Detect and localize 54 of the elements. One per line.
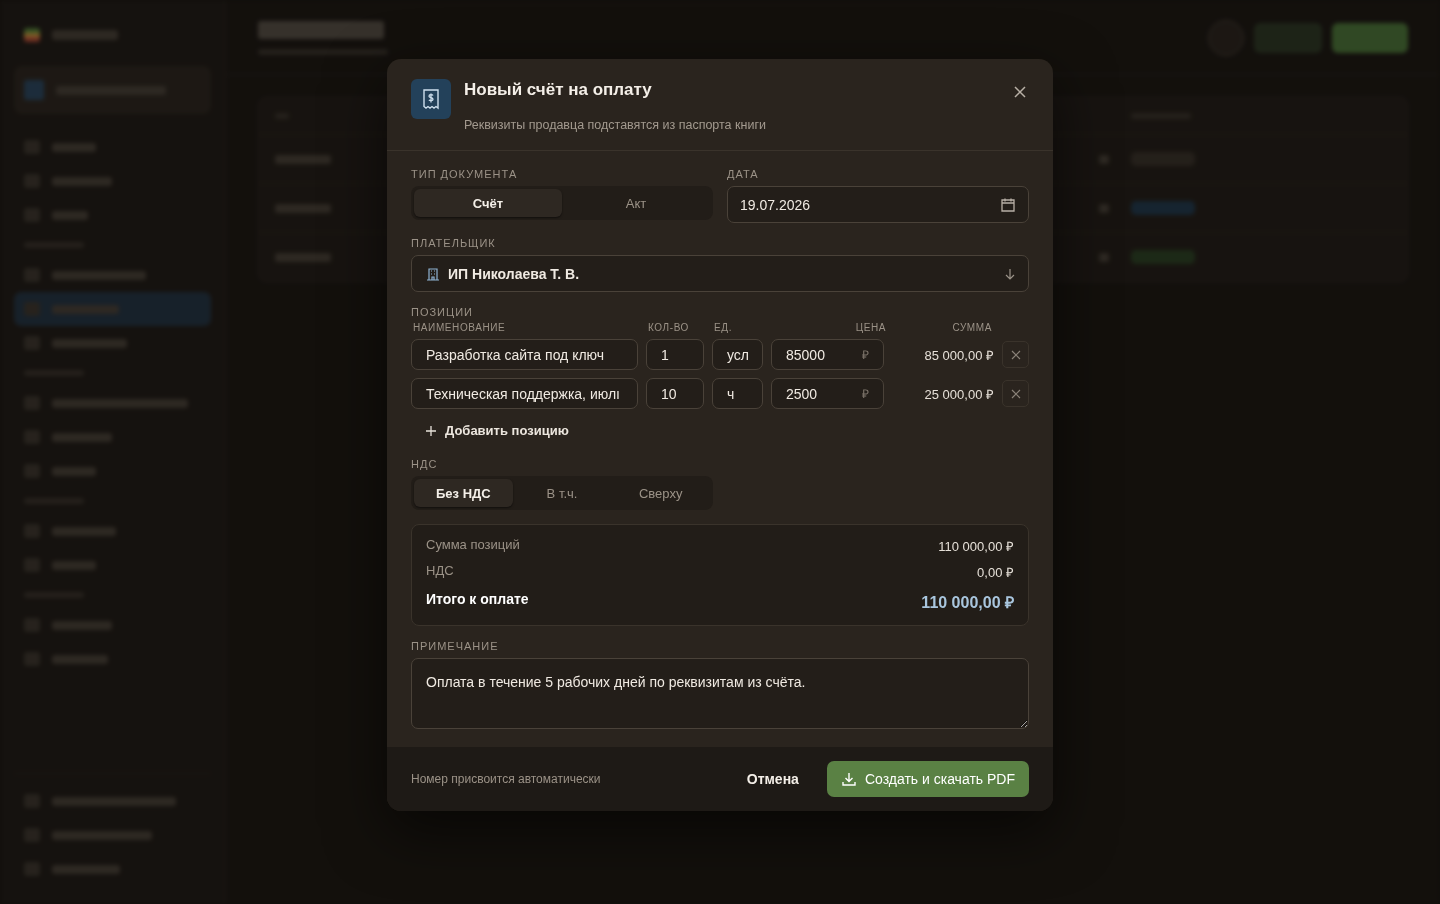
summary-label: НДС (426, 563, 454, 580)
payer-select[interactable]: ИП Николаева Т. В. (411, 255, 1029, 292)
add-position-button[interactable]: Добавить позицию (411, 417, 583, 444)
field-label: НДС (411, 458, 439, 470)
summary-value: 110 000,00 ₽ (938, 538, 1014, 555)
column-header: ЦЕНА (854, 322, 886, 333)
field-label: ПРИМЕЧАНИЕ (411, 640, 500, 652)
footer-hint: Номер присвоится автоматически (411, 772, 602, 786)
unit-field[interactable]: усл (712, 339, 763, 370)
unit-field[interactable]: ч (712, 378, 763, 409)
close-icon (1010, 349, 1021, 360)
quantity-field[interactable]: 1 (646, 339, 704, 370)
segment-tab[interactable]: Сверху (611, 479, 710, 507)
segment-tab[interactable]: Счёт (414, 189, 562, 217)
quantity-field[interactable]: 10 (646, 378, 704, 409)
arrow-down-icon (1004, 267, 1016, 280)
column-header: НАИМЕНОВАНИЕ (413, 322, 507, 333)
close-icon[interactable] (1013, 85, 1027, 99)
price-field[interactable]: 85000 ₽ (771, 339, 884, 370)
dialog-title: Новый счёт на оплату (464, 80, 653, 100)
remove-button[interactable] (1002, 380, 1029, 407)
building-icon (426, 266, 440, 281)
line-total: 25 000,00 ₽ (923, 385, 994, 403)
remove-button[interactable] (1002, 341, 1029, 368)
date-field[interactable]: 19.07.2026 (727, 186, 1029, 223)
cancel-button[interactable]: Отмена (740, 770, 805, 788)
close-icon (1010, 388, 1021, 399)
currency-sign: ₽ (862, 386, 869, 402)
field-label: ТИП ДОКУМЕНТА (411, 168, 519, 180)
summary-value: 110 000,00 ₽ (921, 593, 1014, 613)
currency-sign: ₽ (862, 347, 869, 363)
summary-label: Сумма позиций (426, 537, 520, 554)
line-total: 85 000,00 ₽ (923, 346, 994, 364)
field-label: ПЛАТЕЛЬЩИК (411, 237, 497, 249)
column-header: КОЛ-ВО (648, 322, 690, 333)
field-label: ДАТА (727, 168, 760, 180)
segment-tab[interactable]: В т.ч. (512, 479, 612, 507)
summary-label: Итого к оплате (426, 591, 529, 609)
column-header: ЕД. (714, 322, 734, 333)
plus-icon (425, 424, 437, 437)
segment-tab[interactable]: Акт (562, 189, 710, 217)
submit-button[interactable]: Создать и скачать PDF (826, 761, 1029, 797)
price-field[interactable]: 2500 ₽ (771, 378, 884, 409)
calendar-icon (1000, 196, 1016, 213)
note-field[interactable]: Оплата в течение 5 рабочих дней по реквизитам из счёта. (411, 658, 1029, 729)
column-header: СУММА (951, 322, 992, 333)
dialog-subtitle: Реквизиты продавца подставятся из паспорта книги (464, 118, 767, 132)
name-field[interactable]: Разработка сайта под ключ (411, 339, 638, 370)
field-label: ПОЗИЦИИ (411, 306, 474, 318)
name-field[interactable]: Техническая поддержка, июлı (411, 378, 638, 409)
segment-tab[interactable]: Без НДС (414, 479, 513, 507)
receipt-icon (411, 79, 451, 119)
summary-value: 0,00 ₽ (977, 564, 1014, 581)
download-icon (840, 771, 857, 787)
